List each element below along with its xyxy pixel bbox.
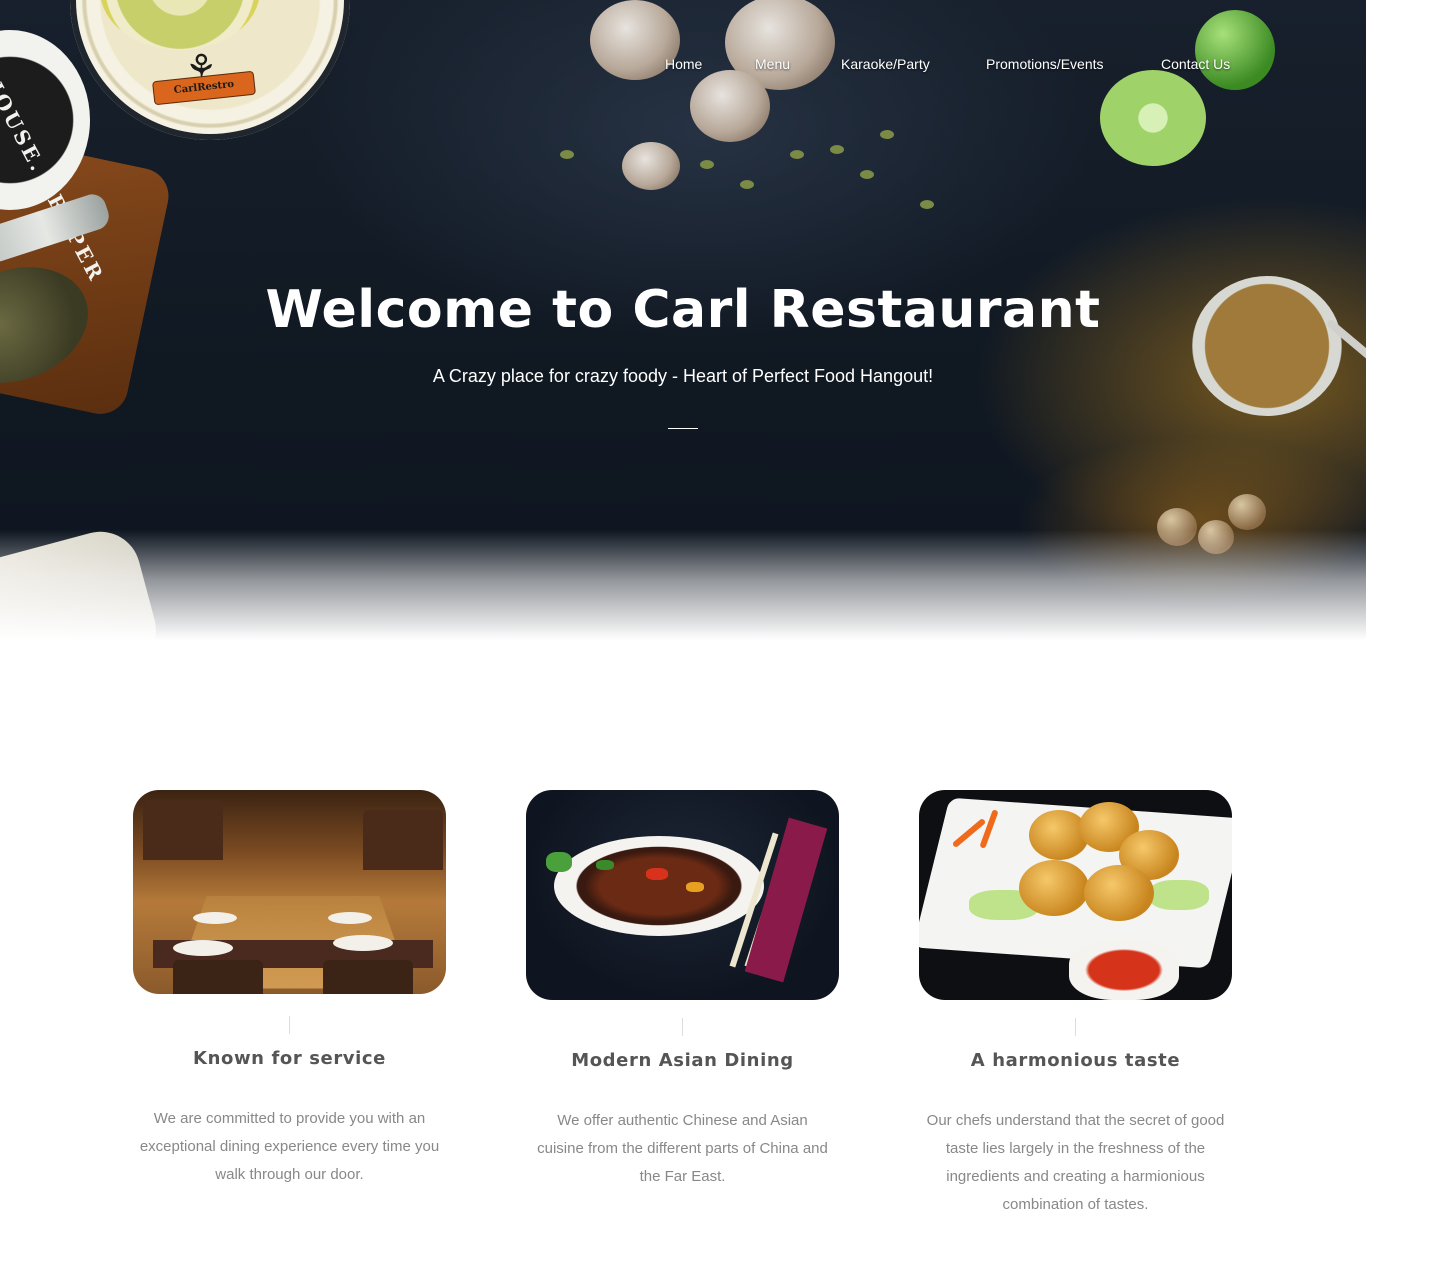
main-nav: Home Menu Karaoke/Party Promotions/Event… — [0, 56, 1366, 76]
hero-divider — [668, 428, 698, 429]
plate-shape — [333, 935, 393, 951]
pepper-shape — [686, 882, 704, 892]
nav-item-contact-us[interactable]: Contact Us — [1161, 56, 1230, 72]
hero-fade-overlay — [0, 530, 1366, 640]
feature-card-service: Known for service We are committed to pr… — [133, 790, 446, 1189]
hero-title: Welcome to Carl Restaurant — [265, 280, 1101, 340]
feature-title: Known for service — [193, 1048, 386, 1069]
dish-shape — [554, 836, 764, 936]
feature-divider — [1075, 1018, 1076, 1036]
chair-shape — [143, 800, 223, 860]
feature-description: We are committed to provide you with an … — [139, 1110, 440, 1183]
hero-section: ⚘ CarlRestro HOUSE. PROPER Home Menu Kar… — [0, 0, 1366, 640]
lime-image — [1195, 10, 1275, 90]
plate-shape — [193, 912, 237, 924]
cookie-image — [690, 70, 770, 142]
cardamom-seed — [830, 145, 844, 154]
feature-divider — [682, 1018, 683, 1036]
lettuce-shape — [1149, 880, 1209, 910]
garnish-shape — [546, 852, 572, 872]
shrimp-shape — [1084, 865, 1154, 921]
feature-title: A harmonious taste — [970, 1050, 1181, 1071]
plate-shape — [173, 940, 233, 956]
cookie-image — [622, 142, 680, 190]
chair-shape — [173, 960, 263, 994]
feature-divider — [289, 1016, 290, 1034]
feature-card-harmonious-taste: A harmonious taste Our chefs understand … — [919, 790, 1232, 1219]
cardamom-seed — [740, 180, 754, 189]
nutmeg-image — [1228, 494, 1266, 530]
nav-item-promotions-events[interactable]: Promotions/Events — [986, 56, 1104, 72]
nav-item-home[interactable]: Home — [665, 56, 702, 72]
fried-shrimp-photo — [919, 790, 1232, 1000]
cardamom-seed — [700, 160, 714, 169]
feature-card-asian-dining: Modern Asian Dining We offer authentic C… — [526, 790, 839, 1191]
restaurant-dining-room-photo — [133, 790, 446, 994]
hero-subtitle: A Crazy place for crazy foody - Heart of… — [432, 366, 934, 386]
cardamom-seed — [790, 150, 804, 159]
cardamom-seed — [560, 150, 574, 159]
pepper-shape — [596, 860, 614, 870]
nav-item-menu[interactable]: Menu — [755, 56, 790, 72]
chair-shape — [323, 960, 413, 994]
cardamom-seed — [860, 170, 874, 179]
cardamom-seed — [920, 200, 934, 209]
lime-slice-image — [1100, 70, 1206, 166]
asian-dish-photo — [526, 790, 839, 1000]
feature-description: Our chefs understand that the secret of … — [926, 1112, 1225, 1213]
pepper-shape — [646, 868, 668, 880]
chair-shape — [363, 810, 443, 870]
shrimp-shape — [1019, 860, 1089, 916]
plate-shape — [328, 912, 372, 924]
cardamom-seed — [880, 130, 894, 139]
sauce-bowl-shape — [1069, 940, 1179, 1000]
feature-description: We offer authentic Chinese and Asian cui… — [537, 1112, 828, 1185]
nav-item-karaoke-party[interactable]: Karaoke/Party — [841, 56, 930, 72]
feature-title: Modern Asian Dining — [571, 1050, 794, 1071]
